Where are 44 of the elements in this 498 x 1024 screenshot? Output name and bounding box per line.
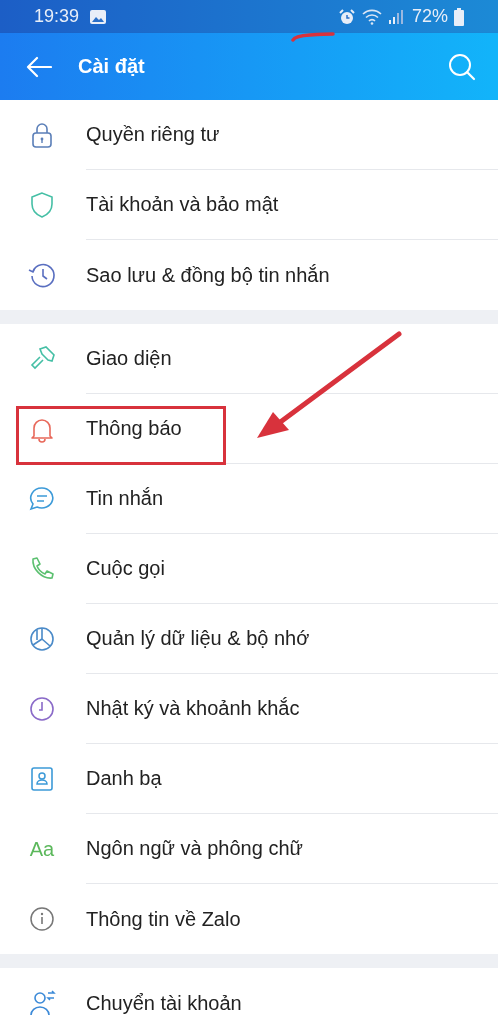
settings-item[interactable]: Sao lưu & đồng bộ tin nhắn bbox=[0, 240, 498, 310]
settings-item[interactable]: Quyền riêng tư bbox=[0, 100, 498, 170]
alarm-icon bbox=[337, 7, 356, 26]
signal-icon bbox=[387, 8, 404, 25]
info-icon bbox=[28, 905, 56, 933]
pie-chart-icon bbox=[28, 625, 56, 653]
item-label: Giao diện bbox=[86, 347, 172, 370]
settings-item[interactable]: Quản lý dữ liệu & bộ nhớ bbox=[0, 604, 498, 674]
contact-card-icon bbox=[28, 765, 56, 793]
image-icon bbox=[89, 8, 108, 25]
item-label: Nhật ký và khoảnh khắc bbox=[86, 697, 300, 720]
item-label: Sao lưu & đồng bộ tin nhắn bbox=[86, 263, 330, 287]
screen-title: Cài đặt bbox=[78, 55, 146, 78]
item-label: Tin nhắn bbox=[86, 487, 164, 510]
item-label: Ngôn ngữ và phông chữ bbox=[86, 837, 303, 860]
battery-level: 72% bbox=[411, 6, 448, 27]
settings-item[interactable]: Aa Ngôn ngữ và phông chữ bbox=[0, 814, 498, 884]
item-label: Thông báo bbox=[86, 417, 182, 440]
history-icon bbox=[28, 261, 56, 289]
settings-item[interactable]: Danh bạ bbox=[0, 744, 498, 814]
settings-item[interactable]: Nhật ký và khoảnh khắc bbox=[0, 674, 498, 744]
settings-item[interactable]: Cuộc gọi bbox=[0, 534, 498, 604]
item-label: Cuộc gọi bbox=[86, 557, 165, 580]
font-icon: Aa bbox=[29, 837, 55, 861]
settings-item[interactable]: Tin nhắn bbox=[0, 464, 498, 534]
chat-bubble-icon bbox=[28, 485, 56, 513]
item-label: Quyền riêng tư bbox=[86, 123, 220, 146]
settings-item[interactable]: Tài khoản và bảo mật bbox=[0, 170, 498, 240]
item-label: Tài khoản và bảo mật bbox=[86, 193, 279, 216]
settings-item[interactable]: Chuyển tài khoản bbox=[0, 968, 498, 1024]
settings-item[interactable]: Thông tin về Zalo bbox=[0, 884, 498, 954]
wifi-icon bbox=[361, 8, 382, 25]
settings-item[interactable]: Giao diện bbox=[0, 324, 498, 394]
battery-icon bbox=[454, 7, 464, 26]
item-label: Thông tin về Zalo bbox=[86, 907, 241, 931]
item-label: Danh bạ bbox=[86, 767, 162, 790]
item-label: Quản lý dữ liệu & bộ nhớ bbox=[86, 627, 310, 650]
search-icon bbox=[448, 52, 476, 81]
back-arrow-icon bbox=[26, 55, 52, 78]
status-time: 19:39 bbox=[34, 6, 80, 27]
clock-icon bbox=[28, 695, 56, 723]
item-label: Chuyển tài khoản bbox=[86, 991, 242, 1015]
switch-account-icon bbox=[28, 989, 56, 1017]
shield-icon bbox=[28, 191, 56, 219]
